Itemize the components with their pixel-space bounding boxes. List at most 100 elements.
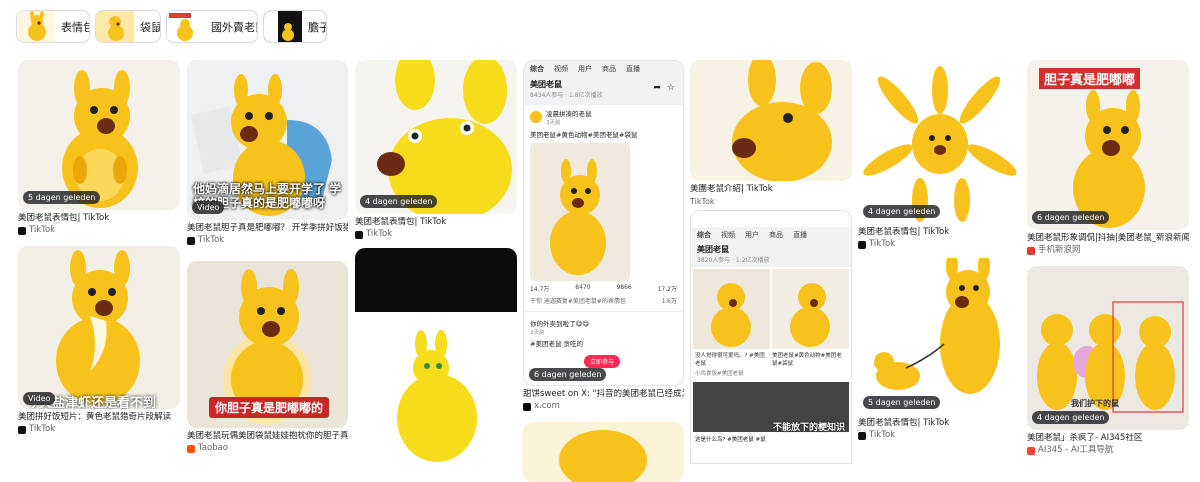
post2-title: 你的外卖到啦了😋😋 — [530, 320, 590, 328]
tiktok-icon — [355, 230, 363, 239]
tiktok-icon — [18, 425, 26, 434]
phone-video-thumb: 不能放下的梗知识 — [693, 382, 849, 433]
result-image[interactable] — [523, 422, 684, 482]
result-card[interactable]: 今天盐津虾还是看不到 Video 美团拼好饭短片：黄色老鼠猎奇片段解读 TikT… — [18, 246, 180, 435]
result-card[interactable]: 5 dagen geleden 美团老鼠表情包| TikTok TikTok — [858, 258, 1021, 441]
tiktok-icon — [858, 240, 866, 249]
age-badge: 4 dagen geleden — [360, 195, 438, 208]
result-image[interactable]: 他妈滴居然马上要开学了 学校的胆子真的是肥嘟嘟呀 Video — [187, 60, 348, 220]
age-badge: 6 dagen geleden — [1032, 211, 1110, 224]
phone-tab: 直播 — [793, 231, 807, 239]
result-caption[interactable]: 美团拼好饭短片：黄色老鼠猎奇片段解读 — [18, 412, 180, 423]
result-source[interactable]: TikTok — [690, 196, 852, 207]
kangaroo-image — [732, 60, 832, 181]
avatar — [530, 111, 542, 123]
bookmark-icon: ☆ — [666, 83, 675, 93]
comment-count: 8470 — [575, 284, 591, 291]
result-caption[interactable]: 美团老鼠表情包| TikTok — [18, 213, 180, 224]
post-user: 凌晨拼凑的老鼠 — [546, 110, 592, 118]
result-source[interactable]: TikTok — [18, 424, 180, 435]
result-source[interactable]: 手机新浪网 — [1027, 245, 1189, 256]
kangaroo-image — [863, 66, 1017, 222]
phone-thumb-caps: 没人觉得很可爱吗。? #美团老鼠 美团老鼠#黄色动物#美团老鼠#袋鼠 — [695, 353, 842, 367]
result-card[interactable]: 综合 视频 用户 商品 直播 美团老鼠 3820人参与 · 1.2亿次播放 没人… — [690, 210, 852, 464]
result-source[interactable]: x.com — [523, 401, 684, 412]
result-card[interactable]: 5 dagen geleden 美团老鼠表情包| TikTok TikTok — [18, 60, 180, 236]
result-card[interactable]: 美團老鼠介紹| TikTok TikTok — [690, 60, 852, 207]
kangaroo-image — [62, 70, 138, 208]
age-badge: 5 dagen geleden — [863, 396, 941, 409]
result-image[interactable] — [690, 60, 852, 181]
result-card[interactable]: 4 dagen geleden 美团老鼠表情包| TikTok TikTok — [355, 60, 517, 240]
phone-tab: 综合 — [697, 231, 711, 239]
comment-row: 干你 迪迦赛复#美团老鼠#的表情包 1.6万 — [530, 298, 677, 305]
result-image[interactable]: 你胆子真是肥嘟嘟的 — [187, 261, 348, 428]
post-stats: 14.7万 8470 9866 17.2万 — [524, 281, 683, 296]
kangaroo-image — [874, 258, 1000, 394]
result-source[interactable]: TikTok — [18, 225, 180, 236]
result-source[interactable]: TikTok — [858, 430, 1021, 441]
result-image[interactable]: 4 dagen geleden — [355, 60, 517, 214]
result-caption[interactable]: 美团老鼠胆子真是肥嘟嘟？ 开学季拼好饭猎奇... — [187, 223, 348, 234]
image-overlay-text: 我们护下的鼠 — [1071, 399, 1119, 408]
age-badge: 6 dagen geleden — [529, 368, 607, 381]
result-caption[interactable]: 美团老鼠表情包| TikTok — [858, 227, 1021, 238]
top-bar-text: TikTok — [690, 197, 715, 206]
result-caption[interactable]: 甜饼sweet on X: "抖音的美团老鼠已经成为... — [523, 389, 684, 400]
phone-tab: 商品 — [602, 65, 616, 73]
result-caption[interactable]: 美团老鼠玩偶美团袋鼠娃娃抱枕你的胆子真是... — [187, 431, 348, 442]
result-source[interactable]: TikTok — [187, 235, 348, 246]
result-card[interactable]: 胆子真是肥嘟嘟 6 dagen geleden 美团老鼠形象调侃|抖抽|美团老鼠… — [1027, 60, 1189, 256]
result-source[interactable]: Taobao — [187, 443, 348, 454]
post-time: 3天前 — [546, 120, 561, 126]
post2-tags: #美团老鼠 贪吃的 — [530, 340, 584, 348]
image-overlay-text: 你胆子真是肥嘟嘟的 — [209, 397, 330, 418]
phone-tab: 商品 — [769, 231, 783, 239]
result-image[interactable]: 5 dagen geleden — [18, 60, 180, 210]
post2-time: 2天前 — [530, 330, 545, 336]
result-image[interactable]: 我们护下的鼠 4 dagen geleden — [1027, 266, 1189, 430]
result-caption[interactable]: 美團老鼠介紹| TikTok — [690, 184, 852, 195]
share-icon: ➦ — [653, 83, 661, 93]
kangaroo-image — [377, 60, 512, 214]
result-source[interactable]: TikTok — [858, 239, 1021, 250]
image-results-grid: 5 dagen geleden 美团老鼠表情包| TikTok TikTok 今… — [0, 0, 1200, 482]
tiktok-icon — [18, 226, 26, 235]
result-card[interactable] — [523, 422, 684, 482]
result-card[interactable]: 4 dagen geleden 美团老鼠表情包| TikTok TikTok — [858, 60, 1021, 250]
result-caption[interactable]: 美团老鼠表情包| TikTok — [355, 217, 517, 228]
tiktok-icon — [858, 431, 866, 440]
result-image[interactable]: 4 dagen geleden — [858, 60, 1021, 224]
result-image[interactable] — [355, 248, 517, 464]
result-card[interactable] — [355, 248, 517, 464]
result-card[interactable]: 综合 视频 用户 商品 直播 美团老鼠 8434人参与 · 1.8亿次播放 ➦ … — [523, 60, 684, 412]
tiktok-icon — [187, 236, 195, 245]
divider — [524, 311, 683, 312]
post-tags: 美团老鼠#黄色动物#美团老鼠#袋鼠 — [530, 131, 638, 139]
phone-tab: 综合 — [530, 65, 544, 73]
result-source[interactable]: AI345 - AI工具导航 — [1027, 445, 1189, 456]
image-overlay-text: 胆子真是肥嘟嘟 — [1039, 68, 1141, 89]
phone-tab: 视频 — [554, 65, 568, 73]
result-image[interactable]: 综合 视频 用户 商品 直播 美团老鼠 8434人参与 · 1.8亿次播放 ➦ … — [523, 60, 684, 386]
join-button[interactable]: 立即参与 — [584, 355, 621, 368]
result-image[interactable]: 胆子真是肥嘟嘟 6 dagen geleden — [1027, 60, 1189, 230]
result-image[interactable]: 综合 视频 用户 商品 直播 美团老鼠 3820人参与 · 1.2亿次播放 没人… — [690, 210, 852, 464]
result-card[interactable]: 你胆子真是肥嘟嘟的 美团老鼠玩偶美团袋鼠娃娃抱枕你的胆子真是... Taobao — [187, 261, 348, 454]
age-badge: 5 dagen geleden — [23, 191, 101, 204]
sina-icon — [1027, 246, 1035, 255]
phone-tab: 用户 — [578, 65, 592, 73]
result-image[interactable]: 5 dagen geleden — [858, 258, 1021, 415]
post-image — [530, 143, 630, 281]
age-badge: 4 dagen geleden — [863, 205, 941, 218]
result-card[interactable]: 我们护下的鼠 4 dagen geleden 美团老鼠」杀疯了- AI345社区… — [1027, 266, 1189, 456]
result-image[interactable]: 今天盐津虾还是看不到 Video — [18, 246, 180, 409]
result-source[interactable]: TikTok — [355, 229, 517, 240]
video-badge: Video — [192, 201, 225, 214]
phone-thumb-row — [691, 267, 851, 351]
result-caption[interactable]: 美团老鼠表情包| TikTok — [858, 418, 1021, 429]
result-caption[interactable]: 美团老鼠」杀疯了- AI345社区 — [1027, 433, 1189, 444]
phone-tab: 视频 — [721, 231, 735, 239]
result-caption[interactable]: 美团老鼠形象调侃|抖抽|美团老鼠_新浪新闻 — [1027, 233, 1189, 244]
result-card[interactable]: 他妈滴居然马上要开学了 学校的胆子真的是肥嘟嘟呀 Video 美团老鼠胆子真是肥… — [187, 60, 348, 246]
